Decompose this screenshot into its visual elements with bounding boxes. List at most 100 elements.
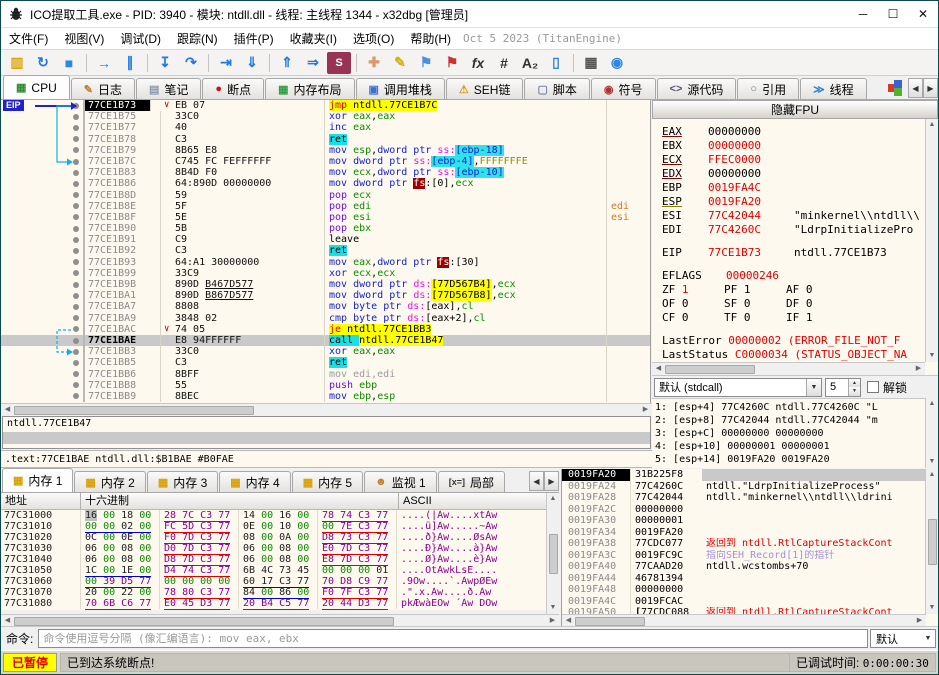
globe-icon[interactable]: ◉	[605, 52, 629, 74]
chevron-down-icon[interactable]: ▼	[921, 635, 935, 642]
command-input[interactable]	[38, 629, 868, 648]
breakpoint-dot[interactable]	[73, 359, 79, 366]
breakpoint-dot[interactable]	[73, 315, 79, 322]
eflags-row[interactable]: EFLAGS 00000246	[662, 269, 925, 283]
disasm-row[interactable]: 77CE1BB8 55 push ebp	[1, 379, 650, 391]
minimize-button[interactable]: ─	[848, 3, 878, 25]
tab-scroll-left[interactable]: ◀	[908, 78, 923, 98]
flags-row[interactable]: OF 0 SF 0 DF 0	[662, 297, 925, 311]
flag-af[interactable]: AF 0	[786, 283, 848, 297]
argument-row[interactable]: 4: [esp+10] 00000001 00000001	[655, 440, 938, 453]
disasm-gutter[interactable]	[1, 279, 85, 291]
menu-item[interactable]: 视图(V)	[56, 28, 112, 49]
disasm-row[interactable]: 77CE1BA7 8808 mov byte ptr ds:[eax],cl	[1, 301, 650, 313]
a2-icon[interactable]: A₂	[518, 52, 542, 74]
breakpoint-dot[interactable]	[73, 214, 79, 221]
disasm-row[interactable]: 77CE1B78 C3 ret	[1, 133, 650, 145]
hash-icon[interactable]: #	[492, 52, 516, 74]
disasm-gutter[interactable]	[1, 155, 85, 168]
flag-pf[interactable]: PF 1	[724, 283, 786, 297]
tab-threads[interactable]: ≫ 线程	[800, 78, 867, 99]
breakpoint-dot[interactable]	[73, 124, 79, 131]
breakpoint-dot[interactable]	[73, 326, 79, 333]
tab-dump-2[interactable]: ▦ 内存 2	[74, 471, 146, 492]
tab-dump-1[interactable]: ▦ 内存 1	[2, 468, 74, 492]
disasm-row[interactable]: 77CE1B86 64:890D 00000000 mov dword ptr fs…	[1, 178, 650, 190]
dump-row[interactable]: 77C31080 70 6B C6 77 E0 45 D3 77 20 B4 C5 7…	[1, 598, 559, 610]
tab-call-stack[interactable]: ▣ 调用堆栈	[355, 78, 445, 99]
flag-if[interactable]: IF 1	[786, 311, 848, 325]
dump-row[interactable]: 77C31050 1C 00 1E 00 D4 74 C3 77 6B 4C 73 4…	[1, 565, 559, 577]
disasm-gutter[interactable]	[1, 223, 85, 235]
registers-hscrollbar[interactable]: ◀ ▶	[652, 362, 925, 375]
stack-row[interactable]: 0019FA30 00000001	[562, 515, 938, 527]
step-over-icon[interactable]: ↷	[179, 52, 203, 74]
stack-row[interactable]: 0019FA28 77C42044 ntdll."minkernel\\ntdll\…	[562, 492, 938, 504]
calling-convention-select[interactable]: 默认 (stdcall) ▼	[654, 377, 822, 397]
hide-fpu-button[interactable]: 隐藏FPU	[652, 100, 938, 119]
tab-dump-3[interactable]: ▦ 内存 3	[146, 471, 219, 492]
breakpoint-dot[interactable]	[73, 270, 79, 277]
disasm-gutter[interactable]	[1, 178, 85, 190]
register-row[interactable]: EIP 77CE1B73 ntdll.77CE1B73	[662, 246, 925, 260]
disasm-row[interactable]: 77CE1B92 C3 ret	[1, 245, 650, 257]
menu-item[interactable]: 文件(F)	[1, 28, 56, 49]
breakpoint-dot[interactable]	[73, 136, 79, 143]
run-to-user-code-icon[interactable]: ⇒	[301, 52, 325, 74]
tab-seh-chain[interactable]: ⚠ SEH链	[445, 78, 524, 99]
register-row[interactable]: ESP 0019FA20	[662, 195, 925, 209]
bookmarks-icon[interactable]: ⚑	[440, 52, 464, 74]
comment-icon[interactable]: ✎	[388, 52, 412, 74]
disasm-gutter[interactable]	[1, 211, 85, 224]
tab-script[interactable]: ▢ 脚本	[524, 78, 590, 99]
window-layout-icon[interactable]	[888, 80, 904, 96]
dump-row[interactable]: 77C31060 00 39 D5 77 00 00 00 00 60 17 C3 7…	[1, 576, 559, 588]
breakpoint-dot[interactable]	[73, 236, 79, 243]
tab-symbols[interactable]: ◉ 符号	[590, 78, 656, 99]
tab-scroll-right[interactable]: ▶	[923, 78, 938, 98]
flag-sf[interactable]: SF 0	[724, 297, 786, 311]
tab-dump-4[interactable]: ▦ 内存 4	[219, 471, 291, 492]
flag-zf[interactable]: ZF 1	[662, 283, 724, 297]
register-row[interactable]: EBP 0019FA4C	[662, 181, 925, 195]
disasm-row[interactable]: 77CE1B77 40 inc eax	[1, 122, 650, 134]
disasm-gutter[interactable]	[1, 379, 85, 391]
menu-item[interactable]: 插件(P)	[226, 28, 282, 49]
dump-tab-scroll-right[interactable]: ▶	[544, 471, 559, 491]
tab-locals[interactable]: [x=] 局部	[437, 471, 505, 492]
step-out-icon[interactable]: ⇑	[275, 52, 299, 74]
register-row[interactable]: EBX 00000000	[662, 139, 925, 153]
handles-icon[interactable]: ▯	[544, 52, 568, 74]
register-row[interactable]: EAX 00000000	[662, 125, 925, 139]
stack-row[interactable]: 0019FA34 0019FA20	[562, 526, 938, 538]
arg-count-stepper[interactable]: 5 ▲ ▼	[825, 377, 861, 397]
dump-row[interactable]: 77C31000 16 00 18 00 28 7C C3 77 14 00 16 0…	[1, 510, 559, 522]
menu-item[interactable]: 选项(O)	[345, 28, 402, 49]
tab-breakpoints[interactable]: ● 断点	[202, 78, 265, 99]
disasm-row[interactable]: 77CE1B9B 890D B467D577 mov dword ptr ds:[7…	[1, 279, 650, 291]
stack-row[interactable]: 0019FA24 77C4260C ntdll."LdrpInitializePro…	[562, 480, 938, 492]
breakpoint-dot[interactable]	[73, 371, 79, 378]
register-row[interactable]: EDX 00000000	[662, 167, 925, 181]
dump-row[interactable]: 77C31010 00 00 02 00 FC 5D C3 77 0E 00 10 0…	[1, 521, 559, 533]
disasm-row[interactable]: 77CE1B79 8B65 E8 mov esp,dword ptr ss:[ebp…	[1, 144, 650, 156]
stack-vscrollbar[interactable]: ▲ ▼	[925, 469, 938, 614]
open-file-icon[interactable]: ▥	[5, 52, 29, 74]
disasm-row[interactable]: 77CE1BB3 33C0 xor eax,eax	[1, 346, 650, 358]
disasm-row[interactable]: 77CE1BAE E8 94FFFFFF call ntdll.77CE1B47	[1, 334, 650, 347]
disasm-gutter[interactable]	[1, 111, 85, 123]
disasm-row[interactable]: 77CE1B83 8B4D F0 mov ecx,dword ptr ss:[ebp…	[1, 167, 650, 179]
run-to-cursor-icon[interactable]: ⇥	[214, 52, 238, 74]
disasm-gutter[interactable]	[1, 312, 85, 324]
close-button[interactable]: ✕	[908, 3, 938, 25]
disasm-row[interactable]: 77CE1B90 5B pop ebx	[1, 223, 650, 235]
argument-row[interactable]: 3: [esp+C] 00000000 00000000	[655, 427, 938, 440]
flag-tf[interactable]: TF 0	[724, 311, 786, 325]
disasm-gutter[interactable]	[1, 133, 85, 145]
disasm-row[interactable]: 77CE1BAC ∨ 74 05 je ntdll.77CE1BB3	[1, 323, 650, 335]
disasm-gutter[interactable]	[1, 245, 85, 257]
disasm-gutter[interactable]	[1, 390, 85, 403]
breakpoint-dot[interactable]	[73, 303, 79, 310]
step-into-calls-icon[interactable]: ⇓	[240, 52, 264, 74]
registers-vscrollbar[interactable]: ▲ ▼	[925, 119, 938, 362]
